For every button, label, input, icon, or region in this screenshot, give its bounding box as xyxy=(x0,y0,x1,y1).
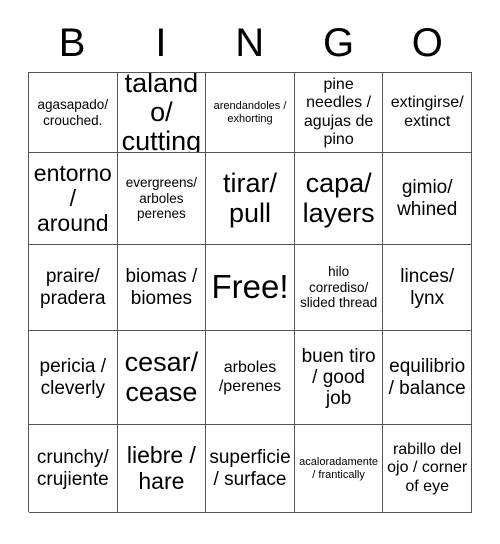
bingo-cell-text: biomas / biomes xyxy=(125,266,198,309)
bingo-cell-i4[interactable]: cesar/ cease xyxy=(117,331,207,425)
bingo-cell-g3[interactable]: hilo corrediso/ slided thread xyxy=(294,245,384,331)
bingo-grid: agasapado/ crouched. talando/ cutting ar… xyxy=(28,72,472,513)
bingo-cell-text: extingirse/ extinct xyxy=(390,94,464,130)
bingo-free-label: Free! xyxy=(211,268,289,306)
bingo-cell-o3[interactable]: linces/ lynx xyxy=(383,245,472,331)
bingo-cell-text: tirar/ pull xyxy=(222,168,277,228)
bingo-cell-i1[interactable]: talando/ cutting xyxy=(117,73,207,153)
bingo-cell-n4[interactable]: arboles /perenes xyxy=(206,331,295,425)
bingo-cell-text: agasapado/ crouched. xyxy=(37,96,109,128)
bingo-cell-text: pericia / cleverly xyxy=(39,356,107,399)
bingo-cell-text: pine needles / agujas de pino xyxy=(303,76,374,148)
bingo-cell-text: liebre / hare xyxy=(126,442,196,494)
bingo-cell-text: crunchy/ crujiente xyxy=(36,447,109,490)
bingo-cell-text: capa/ layers xyxy=(302,168,375,228)
bingo-cell-free-space[interactable]: Free! xyxy=(206,245,295,331)
bingo-cell-g4[interactable]: buen tiro / good job xyxy=(294,331,384,425)
bingo-cell-text: praire/ pradera xyxy=(40,266,106,309)
bingo-cell-b1[interactable]: agasapado/ crouched. xyxy=(29,73,118,153)
bingo-cell-text: hilo corrediso/ slided thread xyxy=(299,264,378,311)
bingo-cell-n1[interactable]: arendandoles / exhorting xyxy=(206,73,295,153)
bingo-cell-text: arendandoles / exhorting xyxy=(213,99,287,125)
bingo-cell-b2[interactable]: entorno / around xyxy=(29,153,118,245)
bingo-cell-text: cesar/ cease xyxy=(124,347,199,407)
bingo-cell-n2[interactable]: tirar/ pull xyxy=(206,153,295,245)
bingo-cell-b5[interactable]: crunchy/ crujiente xyxy=(29,425,118,513)
bingo-cell-g1[interactable]: pine needles / agujas de pino xyxy=(294,73,384,153)
bingo-card: B I N G O agasapado/ crouched. talando/ … xyxy=(0,0,500,544)
bingo-cell-b4[interactable]: pericia / cleverly xyxy=(29,331,118,425)
bingo-header-letter-g: G xyxy=(322,21,355,65)
bingo-cell-text: linces/ lynx xyxy=(400,266,455,309)
bingo-header-letter-b: B xyxy=(58,21,86,65)
bingo-cell-i2[interactable]: evergreens/ arboles perenes xyxy=(117,153,207,245)
bingo-header-letter-n: N xyxy=(235,21,265,65)
bingo-header-letter-o: O xyxy=(411,21,444,65)
bingo-cell-text: equilibrio / balance xyxy=(388,356,466,399)
bingo-cell-text: acaloradamente/ frantically xyxy=(299,455,379,481)
bingo-header-row: B I N G O xyxy=(28,18,472,68)
bingo-cell-text: rabillo del ojo / corner of eye xyxy=(387,441,468,495)
bingo-cell-o4[interactable]: equilibrio / balance xyxy=(383,331,472,425)
bingo-cell-i3[interactable]: biomas / biomes xyxy=(117,245,207,331)
bingo-cell-o5[interactable]: rabillo del ojo / corner of eye xyxy=(383,425,472,513)
bingo-cell-text: superficie / surface xyxy=(209,447,291,490)
bingo-header-letter-i: I xyxy=(155,21,167,65)
bingo-cell-g5[interactable]: acaloradamente/ frantically xyxy=(294,425,384,513)
bingo-cell-text: entorno / around xyxy=(33,159,112,237)
bingo-cell-text: buen tiro / good job xyxy=(301,345,376,410)
bingo-cell-text: talando/ cutting xyxy=(121,73,202,153)
bingo-cell-n5[interactable]: superficie / surface xyxy=(206,425,295,513)
bingo-cell-g2[interactable]: capa/ layers xyxy=(294,153,384,245)
bingo-cell-text: gimio/ whined xyxy=(397,177,458,220)
bingo-cell-o2[interactable]: gimio/ whined xyxy=(383,153,472,245)
bingo-cell-b3[interactable]: praire/ pradera xyxy=(29,245,118,331)
bingo-cell-text: evergreens/ arboles perenes xyxy=(125,175,198,222)
bingo-cell-i5[interactable]: liebre / hare xyxy=(117,425,207,513)
bingo-cell-o1[interactable]: extingirse/ extinct xyxy=(383,73,472,153)
bingo-cell-text: arboles /perenes xyxy=(218,359,282,395)
